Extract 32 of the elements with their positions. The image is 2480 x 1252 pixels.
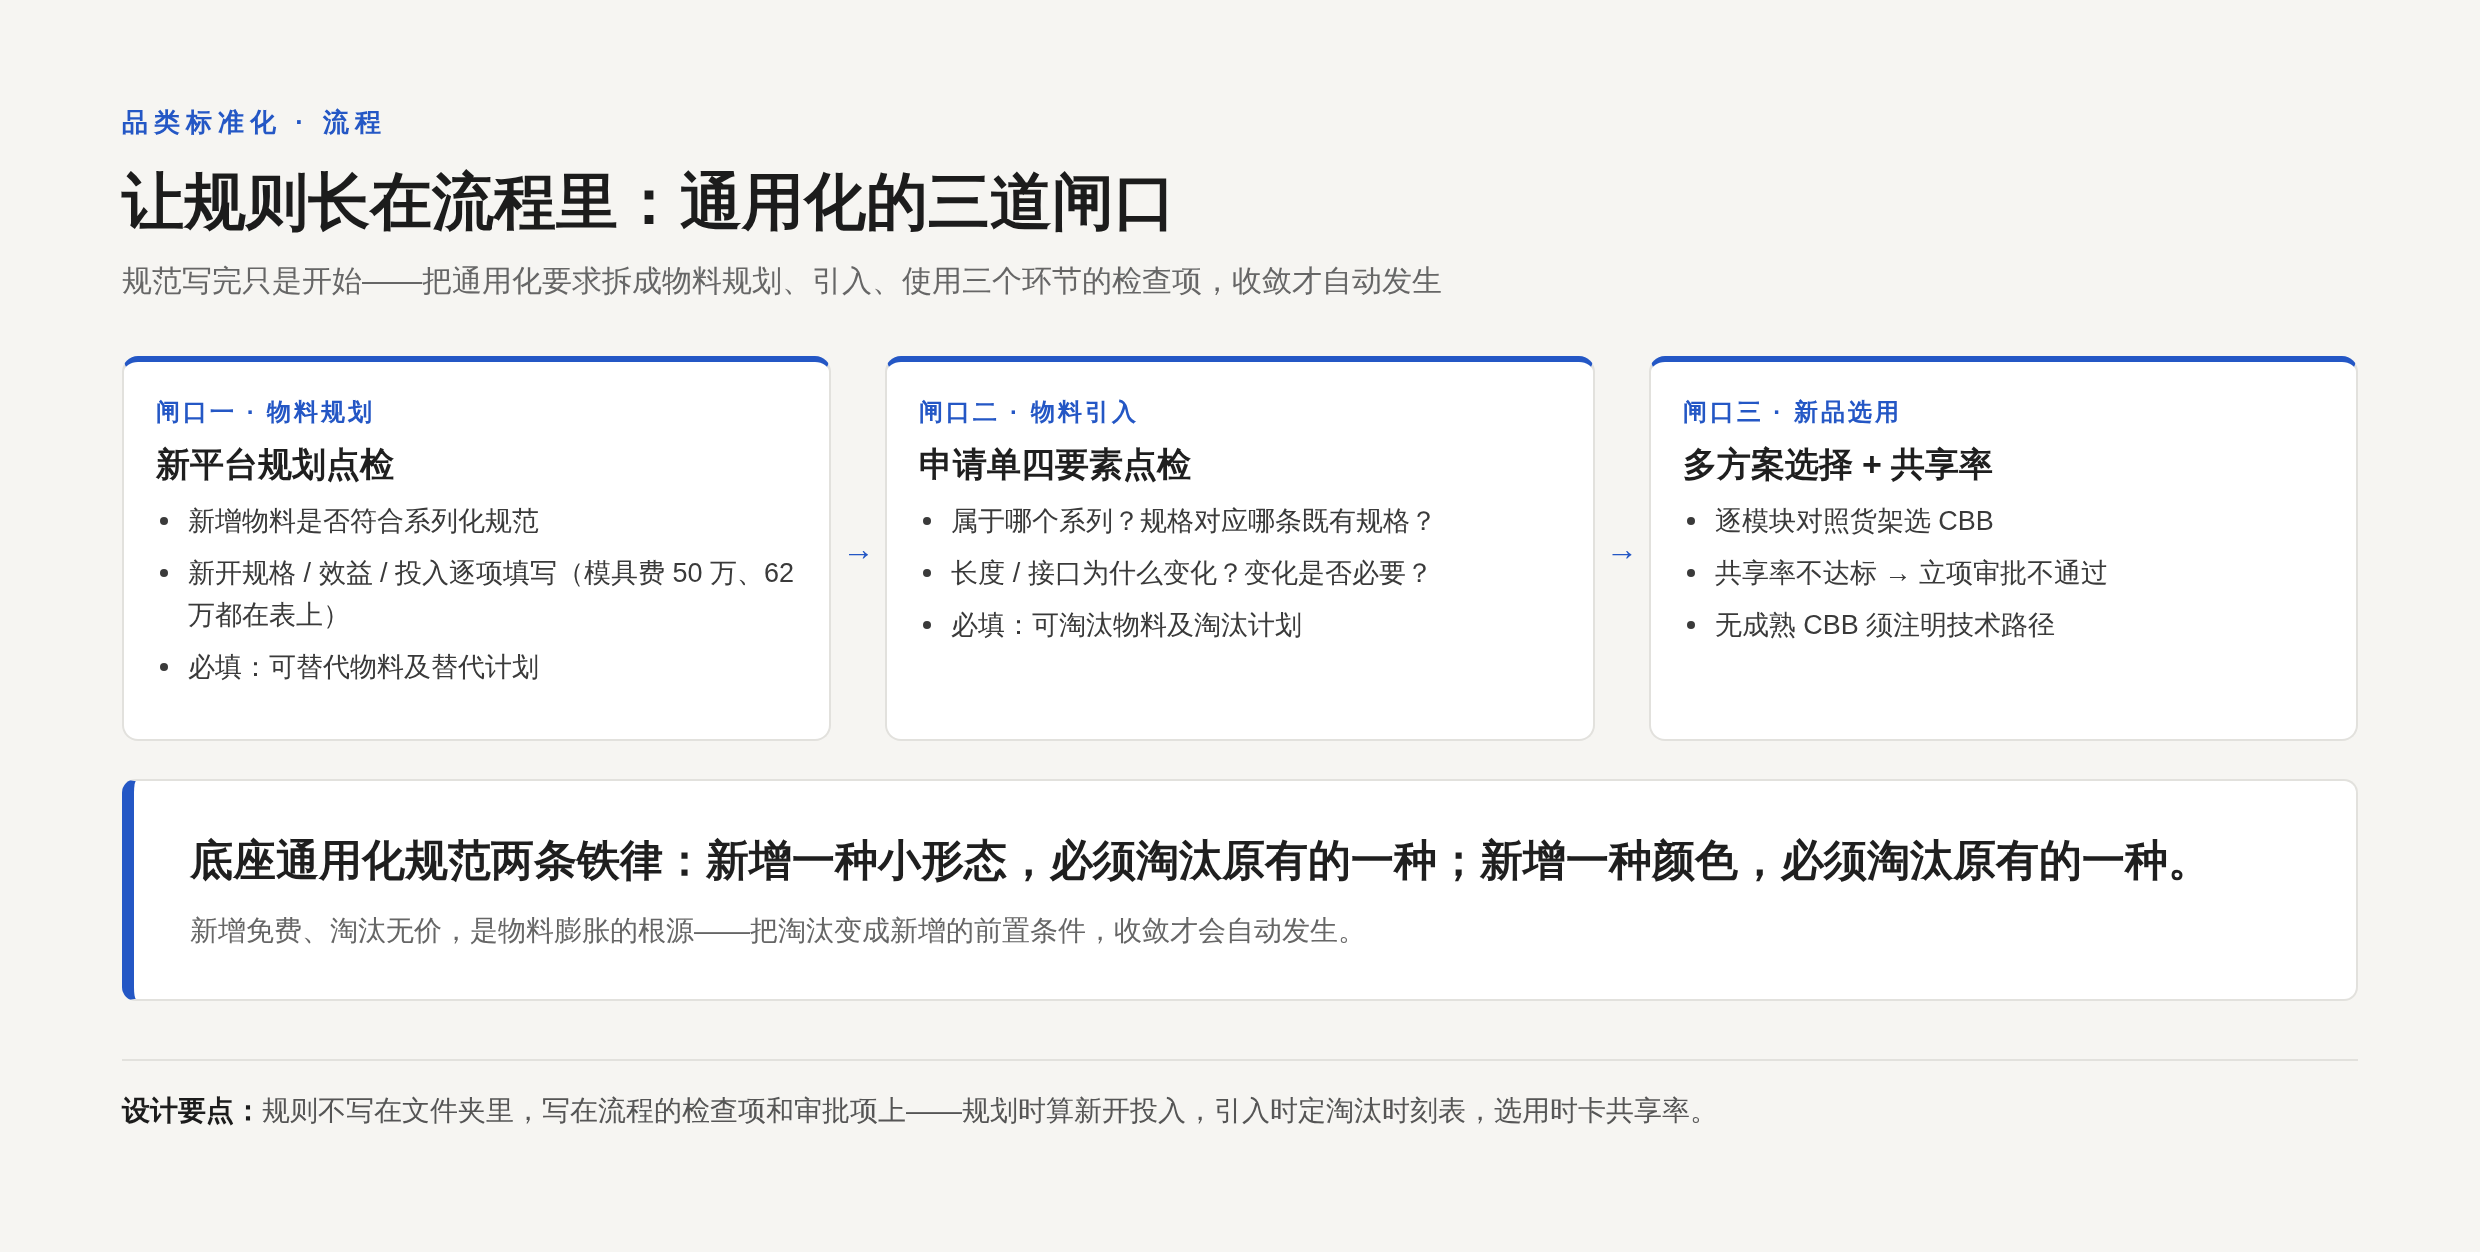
arrow-icon: → xyxy=(842,530,875,567)
gate-label: 闸口二 · 物料引入 xyxy=(919,397,1139,427)
bullet-icon xyxy=(160,517,168,525)
bullet-icon xyxy=(160,569,168,577)
bullet-icon xyxy=(160,663,168,671)
gate-label: 闸口三 · 新品选用 xyxy=(1682,397,1902,427)
callout-text: 新增免费、淘汰无价，是物料膨胀的根源——把淘汰变成新增的前置条件，收敛才会自动发生。 xyxy=(190,914,1366,948)
list-item-text: 必填：可替代物料及替代计划 xyxy=(188,651,540,684)
gate-heading: 新平台规划点检 xyxy=(156,444,394,485)
callout-heading: 底座通用化规范两条铁律：新增一种小形态，必须淘汰原有的一种；新增一种颜色，必须淘汰原有的一种。 xyxy=(190,835,2211,886)
list-item-text: 新开规格 / 效益 / 投入逐项填写（模具费 50 万、62 万都在表上） xyxy=(188,557,796,632)
gate-label: 闸口一 · 物料规划 xyxy=(156,397,376,427)
list-item-text: 属于哪个系列？规格对应哪条既有规格？ xyxy=(951,505,1439,538)
bullet-icon xyxy=(1686,517,1695,525)
list-item-text: 共享率不达标 → 立项审批不通过 xyxy=(1714,557,2109,590)
list-item-text: 必填：可淘汰物料及淘汰计划 xyxy=(951,609,1304,642)
list-item-text: 长度 / 接口为什么变化？变化是否必要？ xyxy=(951,557,1434,590)
bullet-icon xyxy=(923,621,932,629)
bullet-icon xyxy=(923,569,932,577)
bullet-icon xyxy=(1686,569,1695,577)
gate-heading: 申请单四要素点检 xyxy=(919,444,1192,485)
arrow-icon: → xyxy=(1605,530,1638,567)
page-subtitle: 规范写完只是开始——把通用化要求拆成物料规划、引入、使用三个环节的检查项，收敛才自动发生 xyxy=(122,263,1442,299)
page-title: 让规则长在流程里：通用化的三道闸口 xyxy=(122,166,1177,238)
eyebrow-label: 品类标准化 · 流程 xyxy=(122,106,388,139)
gate-heading: 多方案选择 + 共享率 xyxy=(1682,444,1994,485)
list-item-text: 逐模块对照货架选 CBB xyxy=(1714,505,1995,538)
bullet-icon xyxy=(923,517,932,525)
footer-note: 设计要点：规则不写在文件夹里，写在流程的检查项和审批项上——规划时算新开投入，引入时定淘汰时刻表，选用时卡共享率。 xyxy=(122,1094,1718,1128)
bullet-icon xyxy=(1686,621,1695,629)
list-item-text: 无成熟 CBB 须注明技术路径 xyxy=(1714,609,2057,642)
list-item-text: 新增物料是否符合系列化规范 xyxy=(188,505,540,538)
